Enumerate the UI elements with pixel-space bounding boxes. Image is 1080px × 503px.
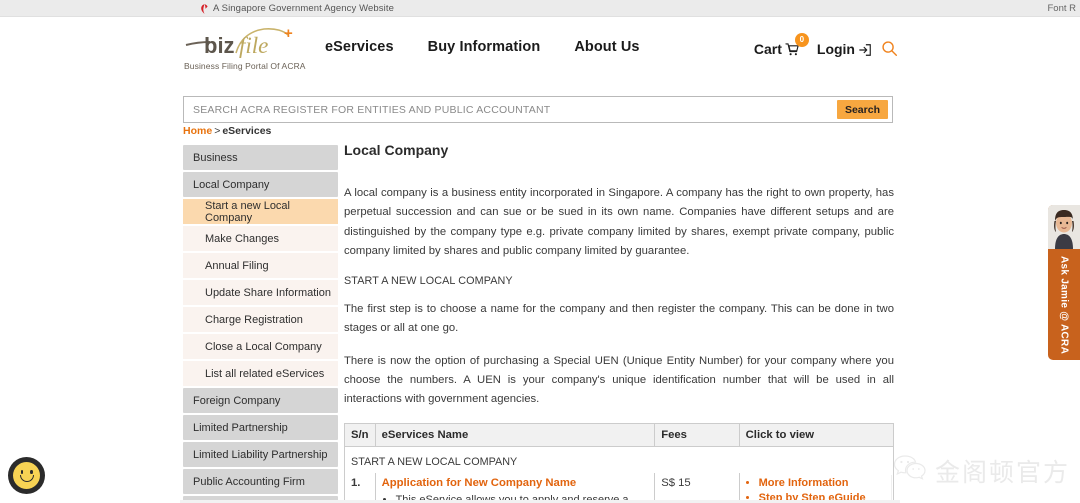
sidebar-item-close-a-local-company[interactable]: Close a Local Company [183,334,338,359]
login-label: Login [816,40,855,57]
section-caption-start-new: START A NEW LOCAL COMPANY [344,274,513,287]
svg-text:biz: biz [204,33,235,58]
sidebar-item-annual-filing[interactable]: Annual Filing [183,253,338,278]
breadcrumb: Home > eServices [183,125,271,137]
breadcrumb-separator: > [214,125,221,137]
table-header-row: S/n eServices Name Fees Click to view [344,422,895,447]
sidebar-item-local-company[interactable]: Local Company [183,172,338,197]
feedback-smiley-button[interactable] [8,457,45,494]
cart-label: Cart [753,40,782,57]
row-service-cell: Application for New Company Name This eS… [374,472,656,503]
watermark-text: 金阁顿官方 [934,458,1070,487]
login-button[interactable]: Login [817,41,872,57]
cart-count-badge: 0 [794,32,809,47]
page-title: Local Company [344,142,449,158]
smiley-eye-right [30,470,33,474]
page-root: A Singapore Government Agency Website Fo… [0,0,1080,503]
watermark-divider [891,475,892,503]
list-item: More Information [759,477,887,489]
singapore-flag-icon [200,3,209,14]
smiley-eye-left [20,470,23,474]
column-header-view: Click to view [738,422,895,447]
site-header: biz file + Business Filing Portal Of ACR… [180,17,900,92]
search-submit-button[interactable]: Search [836,100,888,119]
sidebar-item-update-share-information[interactable]: Update Share Information [183,280,338,305]
table-group-caption-row: START A NEW LOCAL COMPANY [344,446,894,473]
bizfile-logo-mark: biz file + [185,25,293,58]
service-name-link[interactable]: Application for New Company Name [382,477,577,489]
sidebar-item-charge-registration[interactable]: Charge Registration [183,307,338,332]
ask-jamie-label-wrap: Ask Jamie @ ACRA [1048,251,1080,360]
sidebar-item-foreign-company[interactable]: Foreign Company [183,388,338,413]
bizfile-logo[interactable]: biz file + Business Filing Portal Of ACR… [184,23,309,71]
table-group-caption: START A NEW LOCAL COMPANY [344,446,894,473]
svg-text:+: + [284,25,293,42]
smiley-mouth [19,474,34,482]
nav-item-buy-information[interactable]: Buy Information [428,39,541,55]
cart-button[interactable]: Cart 0 [753,32,809,57]
main-navigation: eServices Buy Information About Us [325,39,640,55]
sidebar-item-make-changes[interactable]: Make Changes [183,226,338,251]
sidebar-item-start-a-new-local-company[interactable]: Start a new Local Company [183,199,338,224]
government-banner-inner: A Singapore Government Agency Website [200,0,394,17]
ask-jamie-tab[interactable]: Ask Jamie @ ACRA [1048,205,1080,360]
smiley-face-icon [13,462,40,489]
search-input[interactable] [184,97,837,122]
breadcrumb-home[interactable]: Home [183,125,212,137]
government-banner-text: A Singapore Government Agency Website [213,3,394,14]
jamie-avatar [1048,205,1080,249]
login-arrow-icon [858,43,872,57]
search-magnifier-icon[interactable] [881,40,898,57]
column-header-fees: Fees [654,422,740,447]
intro-paragraph: A local company is a business entity inc… [344,187,894,258]
column-header-sn: S/n [344,422,376,447]
row-fee: S$ 15 [654,472,740,503]
paragraph-special-uen: There is now the option of purchasing a … [344,354,894,406]
column-header-name: eServices Name [374,422,656,447]
eservices-table: S/n eServices Name Fees Click to view ST… [344,422,895,503]
svg-text:file: file [239,33,268,58]
sidebar-menu: Business Local Company Start a new Local… [183,145,338,503]
more-information-link[interactable]: More Information [759,477,849,489]
ask-jamie-label: Ask Jamie @ ACRA [1058,256,1070,355]
row-view-cell: More Information Step by Step eGuide (PD… [738,472,895,503]
header-actions: Cart 0 Login [753,32,898,57]
table-row: 1. Application for New Company Name This… [344,472,895,503]
sidebar-item-list-all-related-eservices[interactable]: List all related eServices [183,361,338,386]
nav-item-eservices[interactable]: eServices [325,39,394,55]
search-bar: Search [183,96,893,123]
paragraph-first-step: The first step is to choose a name for t… [344,302,894,335]
row-serial-number: 1. [344,472,376,503]
logo-tagline: Business Filing Portal Of ACRA [184,61,306,71]
main-content: Local Company A local company is a busin… [344,142,895,503]
font-resize-control[interactable]: Font R [1047,0,1076,17]
government-banner: A Singapore Government Agency Website Fo… [0,0,1080,17]
sidebar-item-limited-liability-partnership[interactable]: Limited Liability Partnership [183,442,338,467]
nav-item-about-us[interactable]: About Us [574,39,639,55]
wechat-icon [893,454,927,489]
sidebar-item-business[interactable]: Business [183,145,338,170]
wechat-watermark: 金阁顿官方 [891,453,1070,503]
page-gutter-left [0,0,180,503]
sidebar-item-limited-partnership[interactable]: Limited Partnership [183,415,338,440]
sidebar-item-public-accounting-firm[interactable]: Public Accounting Firm [183,469,338,494]
breadcrumb-current: eServices [222,125,272,137]
